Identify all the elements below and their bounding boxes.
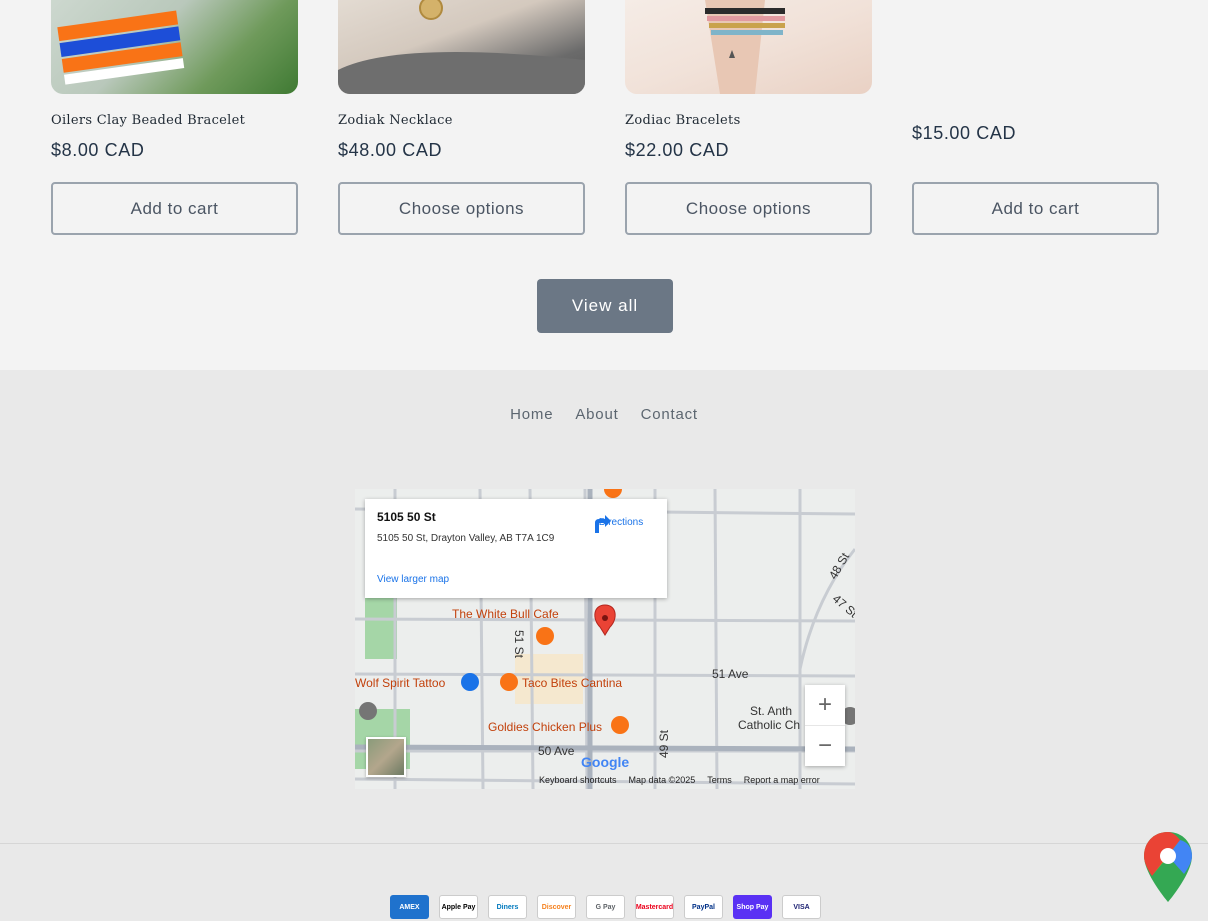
map-data-text: Map data ©2025 [628, 775, 696, 785]
product-price: $8.00 CAD [51, 140, 145, 160]
footer-link-contact[interactable]: Contact [641, 406, 698, 423]
discover-icon: Discover [537, 895, 576, 919]
map-address-title: 5105 50 St [377, 510, 436, 524]
zoom-in-button[interactable]: + [805, 685, 845, 725]
view-all-button[interactable]: View all [537, 279, 673, 333]
product-title[interactable]: Zodiac Bracelets [625, 113, 741, 128]
product-title[interactable]: Oilers Clay Beaded Bracelet [51, 113, 245, 128]
terms-link[interactable]: Terms [707, 775, 732, 785]
visa-icon: VISA [782, 895, 821, 919]
product-image[interactable] [338, 0, 585, 94]
footer-divider [0, 843, 1208, 844]
map-place-st-anth[interactable]: St. Anth [750, 704, 792, 718]
map-place-wolf-spirit[interactable]: Wolf Spirit Tattoo [355, 676, 445, 690]
map-street-51-st: 51 St [512, 629, 527, 659]
satellite-toggle[interactable] [366, 737, 406, 777]
shop-pay-icon: Shop Pay [733, 895, 772, 919]
map-place-white-bull[interactable]: The White Bull Cafe [452, 607, 559, 621]
product-price: $15.00 CAD [912, 123, 1017, 143]
keyboard-shortcuts-link[interactable]: Keyboard shortcuts [539, 775, 617, 785]
payment-icons: AMEX Apple Pay Diners Discover G Pay Mas… [390, 895, 821, 919]
directions-button[interactable]: Directions [591, 513, 651, 533]
product-image[interactable] [51, 0, 298, 94]
mastercard-icon: Mastercard [635, 895, 674, 919]
footer-link-about[interactable]: About [575, 406, 618, 423]
choose-options-button[interactable]: Choose options [625, 182, 872, 235]
amex-icon: AMEX [390, 895, 429, 919]
zoom-controls: + − [805, 685, 845, 766]
choose-options-button[interactable]: Choose options [338, 182, 585, 235]
view-larger-map-link[interactable]: View larger map [377, 574, 449, 585]
product-card: Zodiak Necklace $48.00 CAD Choose option… [338, 0, 585, 235]
google-maps-pin-icon [1140, 832, 1196, 910]
footer-nav: Home About Contact [0, 406, 1208, 423]
map-place-taco-bites[interactable]: Taco Bites Cantina [522, 676, 622, 690]
product-grid: Oilers Clay Beaded Bracelet $8.00 CAD Ad… [0, 0, 1208, 370]
add-to-cart-button[interactable]: Add to cart [51, 182, 298, 235]
product-price: $48.00 CAD [338, 140, 443, 160]
footer: Home About Contact 5105 50 St 5105 50 St… [0, 370, 1208, 921]
map-street-50-ave: 50 Ave [538, 744, 575, 758]
diners-icon: Diners [488, 895, 527, 919]
map-street-51-ave: 51 Ave [712, 667, 749, 681]
paypal-icon: PayPal [684, 895, 723, 919]
apple-pay-icon: Apple Pay [439, 895, 478, 919]
map-attribution: Keyboard shortcuts Map data ©2025 Terms … [539, 775, 820, 785]
map-address: 5105 50 St, Drayton Valley, AB T7A 1C9 [377, 533, 555, 544]
zoom-out-button[interactable]: − [805, 726, 845, 766]
add-to-cart-button[interactable]: Add to cart [912, 182, 1159, 235]
product-image[interactable] [625, 0, 872, 94]
map-info-card: 5105 50 St 5105 50 St, Drayton Valley, A… [365, 499, 667, 598]
map-pin-button[interactable] [1140, 830, 1196, 911]
product-price: $22.00 CAD [625, 140, 730, 160]
footer-link-home[interactable]: Home [510, 406, 553, 423]
report-map-error-link[interactable]: Report a map error [744, 775, 820, 785]
map-place-goldies[interactable]: Goldies Chicken Plus [488, 720, 602, 734]
google-pay-icon: G Pay [586, 895, 625, 919]
product-card: Zodiac Bracelets $22.00 CAD Choose optio… [625, 0, 872, 235]
map-place-catholic[interactable]: Catholic Ch [738, 718, 800, 732]
product-title[interactable]: Zodiak Necklace [338, 113, 453, 128]
product-card: Oilers Clay Beaded Bracelet $8.00 CAD Ad… [51, 0, 298, 235]
embedded-map[interactable]: 5105 50 St 5105 50 St, Drayton Valley, A… [355, 489, 855, 789]
google-logo: Google [581, 754, 630, 770]
map-street-49-st: 49 St [657, 729, 672, 759]
